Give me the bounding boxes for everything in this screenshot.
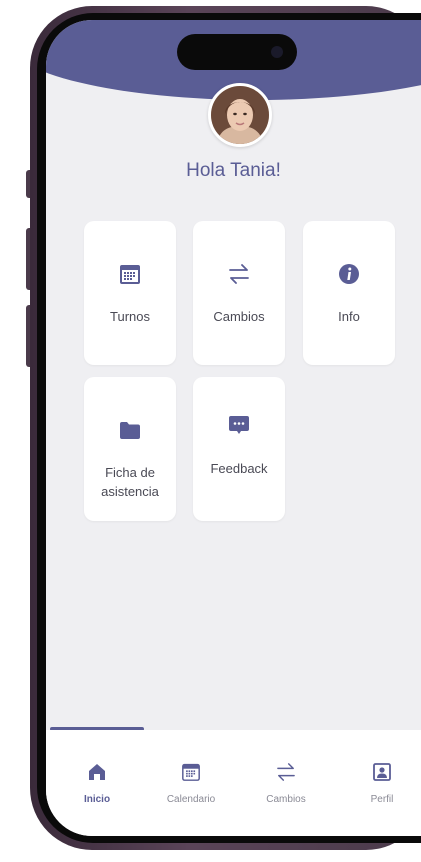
tab-label: Cambios <box>266 794 306 805</box>
bottom-tab-bar: Inicio Calendario Cambios Perfil <box>46 730 421 836</box>
menu-card-label: Cambios <box>213 309 265 324</box>
swap-arrows-icon <box>246 760 326 784</box>
avatar[interactable] <box>208 83 272 147</box>
menu-card-info[interactable]: Info <box>303 221 395 365</box>
tab-cambios[interactable]: Cambios <box>246 760 326 805</box>
greeting-text: Hola Tania! <box>186 160 281 181</box>
menu-card-label: Feedback <box>210 461 268 476</box>
swap-arrows-icon <box>193 261 285 287</box>
tab-perfil[interactable]: Perfil <box>342 760 421 805</box>
menu-card-label: Ficha de asistencia <box>101 465 159 499</box>
home-icon <box>57 760 137 784</box>
camera-icon <box>271 46 283 58</box>
menu-card-label: Turnos <box>110 309 150 324</box>
tab-label: Perfil <box>370 794 394 805</box>
menu-card-turnos[interactable]: Turnos <box>84 221 176 365</box>
menu-card-cambios[interactable]: Cambios <box>193 221 285 365</box>
dynamic-island <box>177 34 297 70</box>
profile-icon <box>342 760 421 784</box>
folder-icon <box>84 417 176 443</box>
tab-label: Calendario <box>166 794 216 805</box>
menu-card-label: Info <box>338 309 360 324</box>
tab-inicio[interactable]: Inicio <box>57 760 137 805</box>
calendar-icon <box>84 261 176 287</box>
calendar-icon <box>151 760 231 784</box>
app-screen: Hola Tania! Turnos Cambios Info Ficha de… <box>46 20 421 836</box>
info-icon <box>303 261 395 287</box>
chat-bubble-icon <box>193 413 285 439</box>
tab-label: Inicio <box>83 794 111 805</box>
menu-card-feedback[interactable]: Feedback <box>193 377 285 521</box>
menu-card-ficha-de-asistencia[interactable]: Ficha de asistencia <box>84 377 176 521</box>
tab-calendario[interactable]: Calendario <box>151 760 231 805</box>
